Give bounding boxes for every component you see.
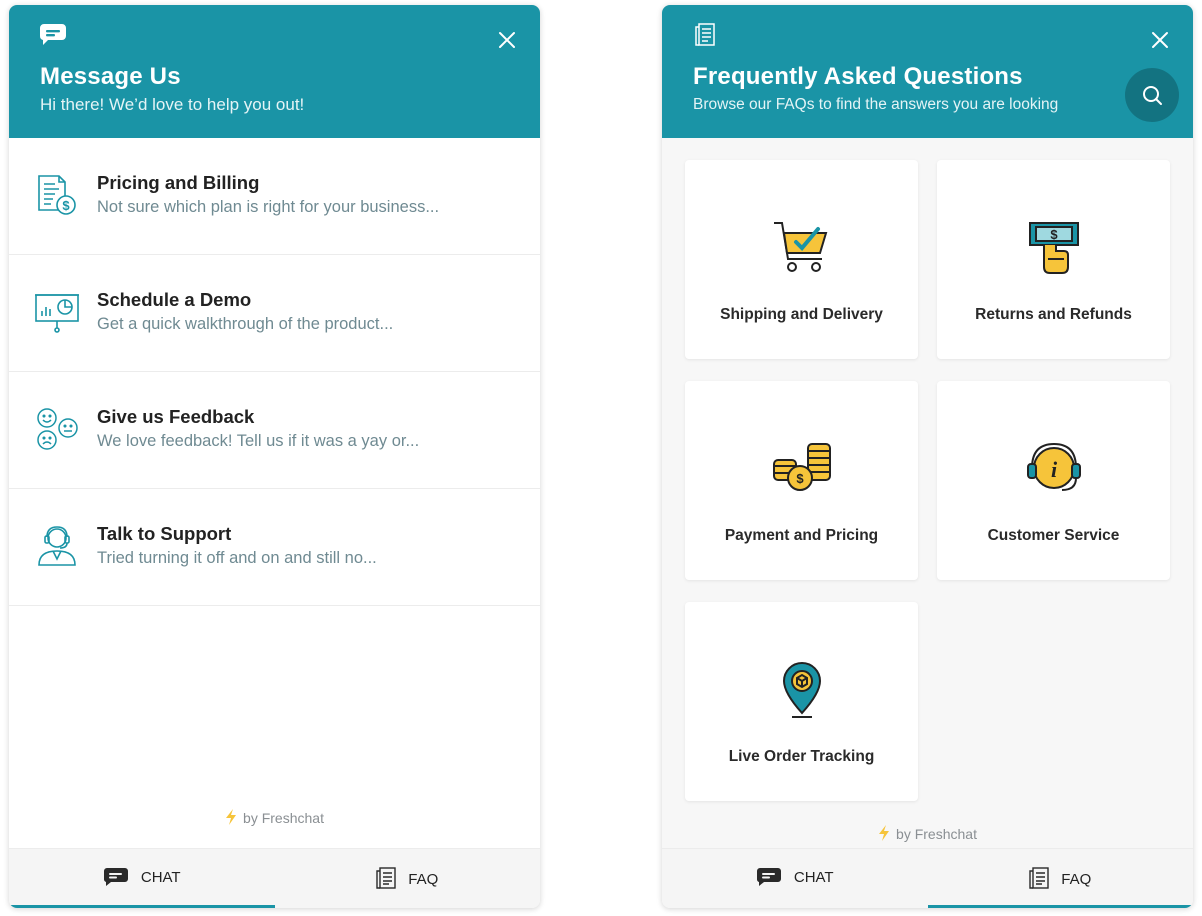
powered-by-label: by Freshchat [243, 810, 324, 826]
faq-widget: Frequently Asked Questions Browse our FA… [662, 5, 1193, 908]
tab-faq[interactable]: FAQ [927, 849, 1194, 908]
topic-title: Schedule a Demo [97, 289, 252, 310]
topic-description: Get a quick walkthrough of the product..… [97, 315, 394, 333]
faq-card-live-order-tracking[interactable]: Live Order Tracking [685, 602, 918, 801]
tab-label: FAQ [408, 871, 439, 888]
chat-bubble-icon [39, 24, 66, 45]
faq-card-returns-and-refunds[interactable]: $ Returns and Refunds [937, 160, 1170, 359]
chat-header: Message Us Hi there! We’d love to help y… [9, 5, 540, 138]
close-icon[interactable] [496, 29, 518, 51]
topic-title: Talk to Support [97, 523, 232, 544]
emoji-faces-icon [37, 408, 78, 450]
bottom-tab-bar: CHAT FAQ [9, 848, 540, 908]
tab-faq[interactable]: FAQ [275, 849, 541, 908]
message-us-widget: Message Us Hi there! We’d love to help y… [9, 5, 540, 908]
shopping-cart-icon [774, 222, 828, 272]
topic-description: Tried turning it off and on and still no… [97, 549, 377, 567]
invoice-dollar-icon: $ [38, 175, 76, 215]
lightning-bolt-icon [879, 825, 890, 841]
powered-by-freshchat[interactable]: by Freshchat [9, 809, 540, 826]
svg-text:$: $ [1050, 227, 1058, 242]
topic-talk-to-support[interactable]: Talk to Support Tried turning it off and… [9, 489, 540, 606]
faq-card-label: Returns and Refunds [975, 306, 1132, 323]
chat-bubble-icon [756, 868, 781, 886]
support-agent-icon [38, 526, 76, 566]
svg-text:$: $ [62, 198, 70, 213]
search-icon [1143, 86, 1162, 105]
faq-card-customer-service[interactable]: i Customer Service [937, 381, 1170, 580]
powered-by-label: by Freshchat [896, 826, 977, 842]
document-icon [376, 867, 396, 889]
close-icon[interactable] [1149, 29, 1171, 51]
document-icon [1029, 867, 1049, 889]
document-icon [695, 23, 715, 46]
faq-card-payment-and-pricing[interactable]: $ Payment and Pricing [685, 381, 918, 580]
chat-subtitle: Hi there! We’d love to help you out! [40, 95, 305, 114]
faq-card-label: Live Order Tracking [728, 748, 875, 765]
topic-list: $ Pricing and Billing Not sure which pla… [9, 138, 540, 606]
faq-header: Frequently Asked Questions Browse our FA… [662, 5, 1193, 138]
tab-chat[interactable]: CHAT [662, 849, 928, 908]
location-pin-icon [782, 662, 822, 718]
chat-title: Message Us [40, 63, 181, 90]
faq-category-grid: Shipping and Delivery $ Returns and Refu… [662, 138, 1193, 848]
topic-title: Pricing and Billing [97, 172, 260, 193]
bottom-tab-bar: CHAT FAQ [662, 848, 1193, 908]
tab-label: CHAT [140, 869, 181, 886]
topic-title: Give us Feedback [97, 406, 255, 427]
faq-card-label: Payment and Pricing [724, 527, 879, 544]
svg-text:$: $ [796, 471, 804, 486]
faq-title: Frequently Asked Questions [693, 63, 1023, 90]
powered-by-freshchat[interactable]: by Freshchat [662, 825, 1193, 842]
topic-pricing-and-billing[interactable]: $ Pricing and Billing Not sure which pla… [9, 138, 540, 255]
topic-give-us-feedback[interactable]: Give us Feedback We love feedback! Tell … [9, 372, 540, 489]
svg-text:i: i [1051, 457, 1058, 482]
tab-chat[interactable]: CHAT [9, 849, 275, 908]
lightning-bolt-icon [226, 809, 237, 825]
topic-description: Not sure which plan is right for your bu… [97, 198, 440, 216]
faq-card-shipping-and-delivery[interactable]: Shipping and Delivery [685, 160, 918, 359]
faq-card-label: Customer Service [987, 527, 1120, 544]
tab-label: CHAT [793, 869, 834, 886]
topic-description: We love feedback! Tell us if it was a ya… [97, 432, 420, 450]
cash-refund-icon: $ [1029, 222, 1079, 274]
search-button[interactable] [1125, 68, 1179, 122]
coins-icon: $ [773, 443, 831, 491]
topic-schedule-a-demo[interactable]: Schedule a Demo Get a quick walkthrough … [9, 255, 540, 372]
chat-bubble-icon [103, 868, 128, 886]
presentation-chart-icon [35, 294, 79, 333]
headset-info-icon: i [1027, 442, 1081, 491]
faq-subtitle: Browse our FAQs to find the answers you … [693, 96, 1059, 113]
tab-label: FAQ [1061, 871, 1092, 888]
faq-card-label: Shipping and Delivery [720, 306, 883, 323]
